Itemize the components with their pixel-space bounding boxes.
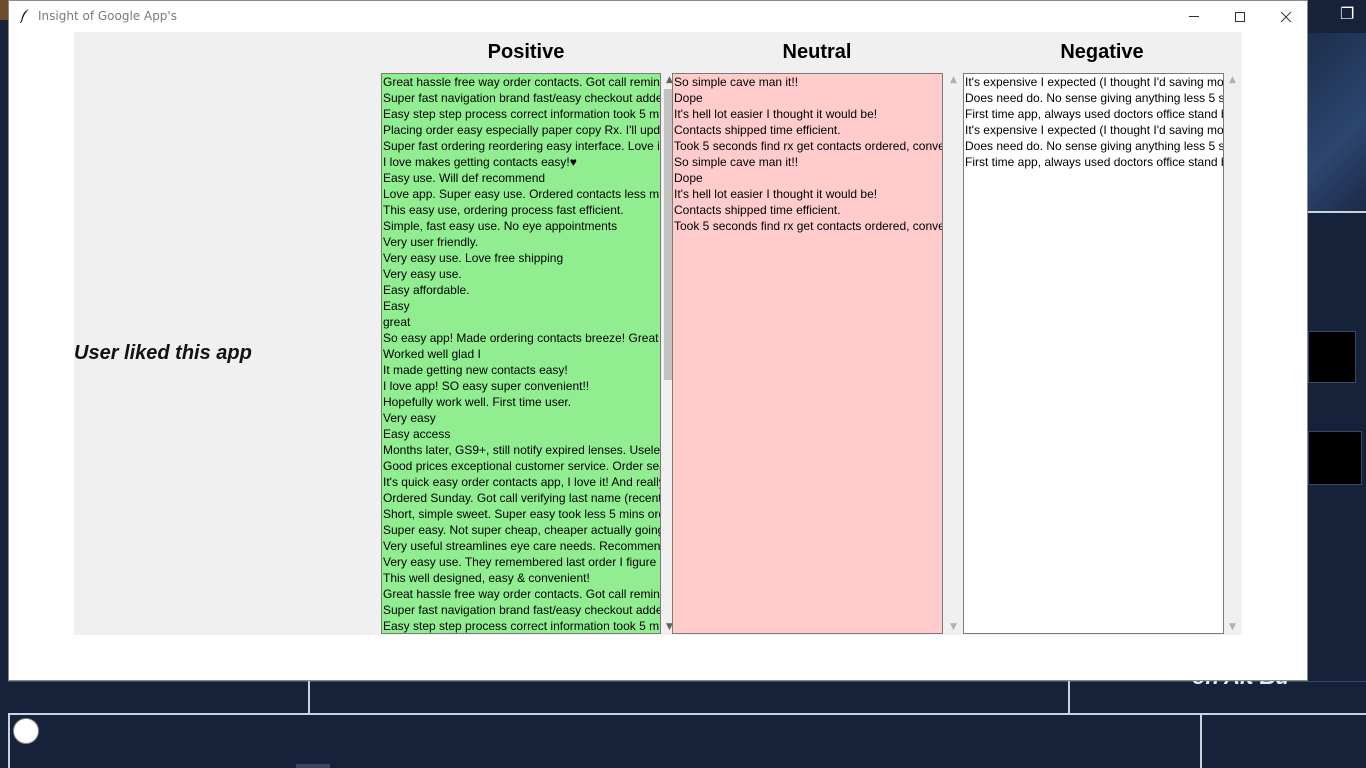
- close-button[interactable]: [1263, 1, 1309, 32]
- neutral-scrollbar[interactable]: ▲ ▼: [945, 73, 962, 634]
- background-divider: [8, 715, 10, 768]
- background-footer-row: [8, 681, 1366, 713]
- list-item[interactable]: Does need do. No sense giving anything l…: [964, 90, 1223, 106]
- background-divider: [308, 681, 310, 713]
- positive-reviews-list[interactable]: Great hassle free way order contacts. Go…: [381, 73, 661, 634]
- list-item[interactable]: Dope: [673, 170, 942, 186]
- list-item[interactable]: Easy step step process correct informati…: [382, 106, 660, 122]
- list-item[interactable]: Contacts shipped time efficient.: [673, 122, 942, 138]
- list-item[interactable]: It's hell lot easier I thought it would …: [673, 186, 942, 202]
- list-item[interactable]: Very easy: [382, 410, 660, 426]
- list-item[interactable]: I love app! SO easy super convenient!!: [382, 378, 660, 394]
- chevron-down-icon[interactable]: ▼: [945, 620, 962, 634]
- background-titlebar: [1308, 0, 1366, 32]
- neutral-reviews-list[interactable]: So simple cave man it!! Dope It's hell lot…: [672, 73, 943, 634]
- list-item[interactable]: Great hassle free way order contacts. Go…: [382, 74, 660, 90]
- list-item[interactable]: First time app, always used doctors offi…: [964, 106, 1223, 122]
- summary-label: User liked this app: [74, 342, 252, 364]
- list-item[interactable]: great: [382, 314, 660, 330]
- neutral-header: Neutral: [782, 41, 852, 63]
- list-item[interactable]: Easy access: [382, 426, 660, 442]
- negative-header: Negative: [1060, 41, 1144, 63]
- list-item[interactable]: Good prices exceptional customer service…: [382, 458, 660, 474]
- feather-icon: [20, 9, 29, 23]
- list-item[interactable]: Super fast ordering reordering easy inte…: [382, 138, 660, 154]
- list-item[interactable]: It's expensive I expected (I thought I'd…: [964, 122, 1223, 138]
- title-bar[interactable]: Insight of Google App's: [9, 1, 1307, 32]
- list-item[interactable]: It made getting new contacts easy!: [382, 362, 660, 378]
- list-item[interactable]: Simple, fast easy use. No eye appointmen…: [382, 218, 660, 234]
- list-item[interactable]: Super fast navigation brand fast/easy ch…: [382, 602, 660, 618]
- list-item[interactable]: Contacts shipped time efficient.: [673, 202, 942, 218]
- list-item[interactable]: So simple cave man it!!: [673, 154, 942, 170]
- list-item[interactable]: Hopefully work well. First time user.: [382, 394, 660, 410]
- background-divider: [1068, 681, 1070, 713]
- positive-header: Positive: [487, 41, 565, 63]
- list-item[interactable]: Ordered Sunday. Got call verifying last …: [382, 490, 660, 506]
- close-icon: [1280, 11, 1292, 22]
- chevron-down-icon[interactable]: ▼: [1224, 620, 1241, 634]
- list-item[interactable]: Easy use. Will def recommend: [382, 170, 660, 186]
- chevron-up-icon[interactable]: ▲: [945, 73, 962, 87]
- list-item[interactable]: This easy use, ordering process fast eff…: [382, 202, 660, 218]
- list-item[interactable]: Months later, GS9+, still notify expired…: [382, 442, 660, 458]
- background-black-box: [1308, 431, 1362, 485]
- list-item[interactable]: First time app, always used doctors offi…: [964, 154, 1223, 170]
- window-title: Insight of Google App's: [38, 9, 177, 23]
- list-item[interactable]: Very easy use. Love free shipping: [382, 250, 660, 266]
- background-divider: [1200, 715, 1202, 768]
- background-radio-circle: [13, 718, 39, 744]
- list-item[interactable]: So simple cave man it!!: [673, 74, 942, 90]
- list-item[interactable]: Worked well glad I: [382, 346, 660, 362]
- background-black-box: [1308, 331, 1356, 383]
- maximize-button[interactable]: [1217, 1, 1263, 32]
- list-item[interactable]: Easy affordable.: [382, 282, 660, 298]
- list-item[interactable]: Does need do. No sense giving anything l…: [964, 138, 1223, 154]
- background-tab: [296, 764, 330, 768]
- negative-scrollbar[interactable]: ▲ ▼: [1224, 73, 1241, 634]
- list-item[interactable]: It's hell lot easier I thought it would …: [673, 106, 942, 122]
- background-divider: [8, 713, 1366, 715]
- list-item[interactable]: Great hassle free way order contacts. Go…: [382, 586, 660, 602]
- minimize-button[interactable]: [1171, 1, 1217, 32]
- list-item[interactable]: Dope: [673, 90, 942, 106]
- list-item[interactable]: So easy app! Made ordering contacts bree…: [382, 330, 660, 346]
- list-item[interactable]: Placing order easy especially paper copy…: [382, 122, 660, 138]
- list-item[interactable]: This well designed, easy & convenient!: [382, 570, 660, 586]
- list-item[interactable]: Super fast navigation brand fast/easy ch…: [382, 90, 660, 106]
- list-item[interactable]: Very useful streamlines eye care needs. …: [382, 538, 660, 554]
- list-item[interactable]: Very easy use. They remembered last orde…: [382, 554, 660, 570]
- background-divider: [1308, 211, 1366, 213]
- list-item[interactable]: Very user friendly.: [382, 234, 660, 250]
- list-item[interactable]: Took 5 seconds find rx get contacts orde…: [673, 218, 942, 234]
- background-app-icon: [0, 0, 8, 20]
- minimize-icon: [1189, 16, 1199, 17]
- negative-reviews-list[interactable]: It's expensive I expected (I thought I'd…: [963, 73, 1224, 634]
- list-item[interactable]: I love makes getting contacts easy!♥: [382, 154, 660, 170]
- list-item[interactable]: It's expensive I expected (I thought I'd…: [964, 74, 1223, 90]
- list-item[interactable]: Easy step step process correct informati…: [382, 618, 660, 633]
- list-item[interactable]: Love app. Super easy use. Ordered contac…: [382, 186, 660, 202]
- background-image-panel: [1308, 33, 1366, 211]
- list-item[interactable]: It's quick easy order contacts app, I lo…: [382, 474, 660, 490]
- app-window: Insight of Google App's User liked this …: [8, 0, 1308, 681]
- list-item[interactable]: Very easy use.: [382, 266, 660, 282]
- background-close-icon: ❐: [1340, 4, 1355, 23]
- maximize-icon: [1235, 11, 1245, 22]
- list-item[interactable]: Short, simple sweet. Super easy took les…: [382, 506, 660, 522]
- list-item[interactable]: Took 5 seconds find rx get contacts orde…: [673, 138, 942, 154]
- chevron-up-icon[interactable]: ▲: [1224, 73, 1241, 87]
- list-item[interactable]: Easy: [382, 298, 660, 314]
- list-item[interactable]: Super easy. Not super cheap, cheaper act…: [382, 522, 660, 538]
